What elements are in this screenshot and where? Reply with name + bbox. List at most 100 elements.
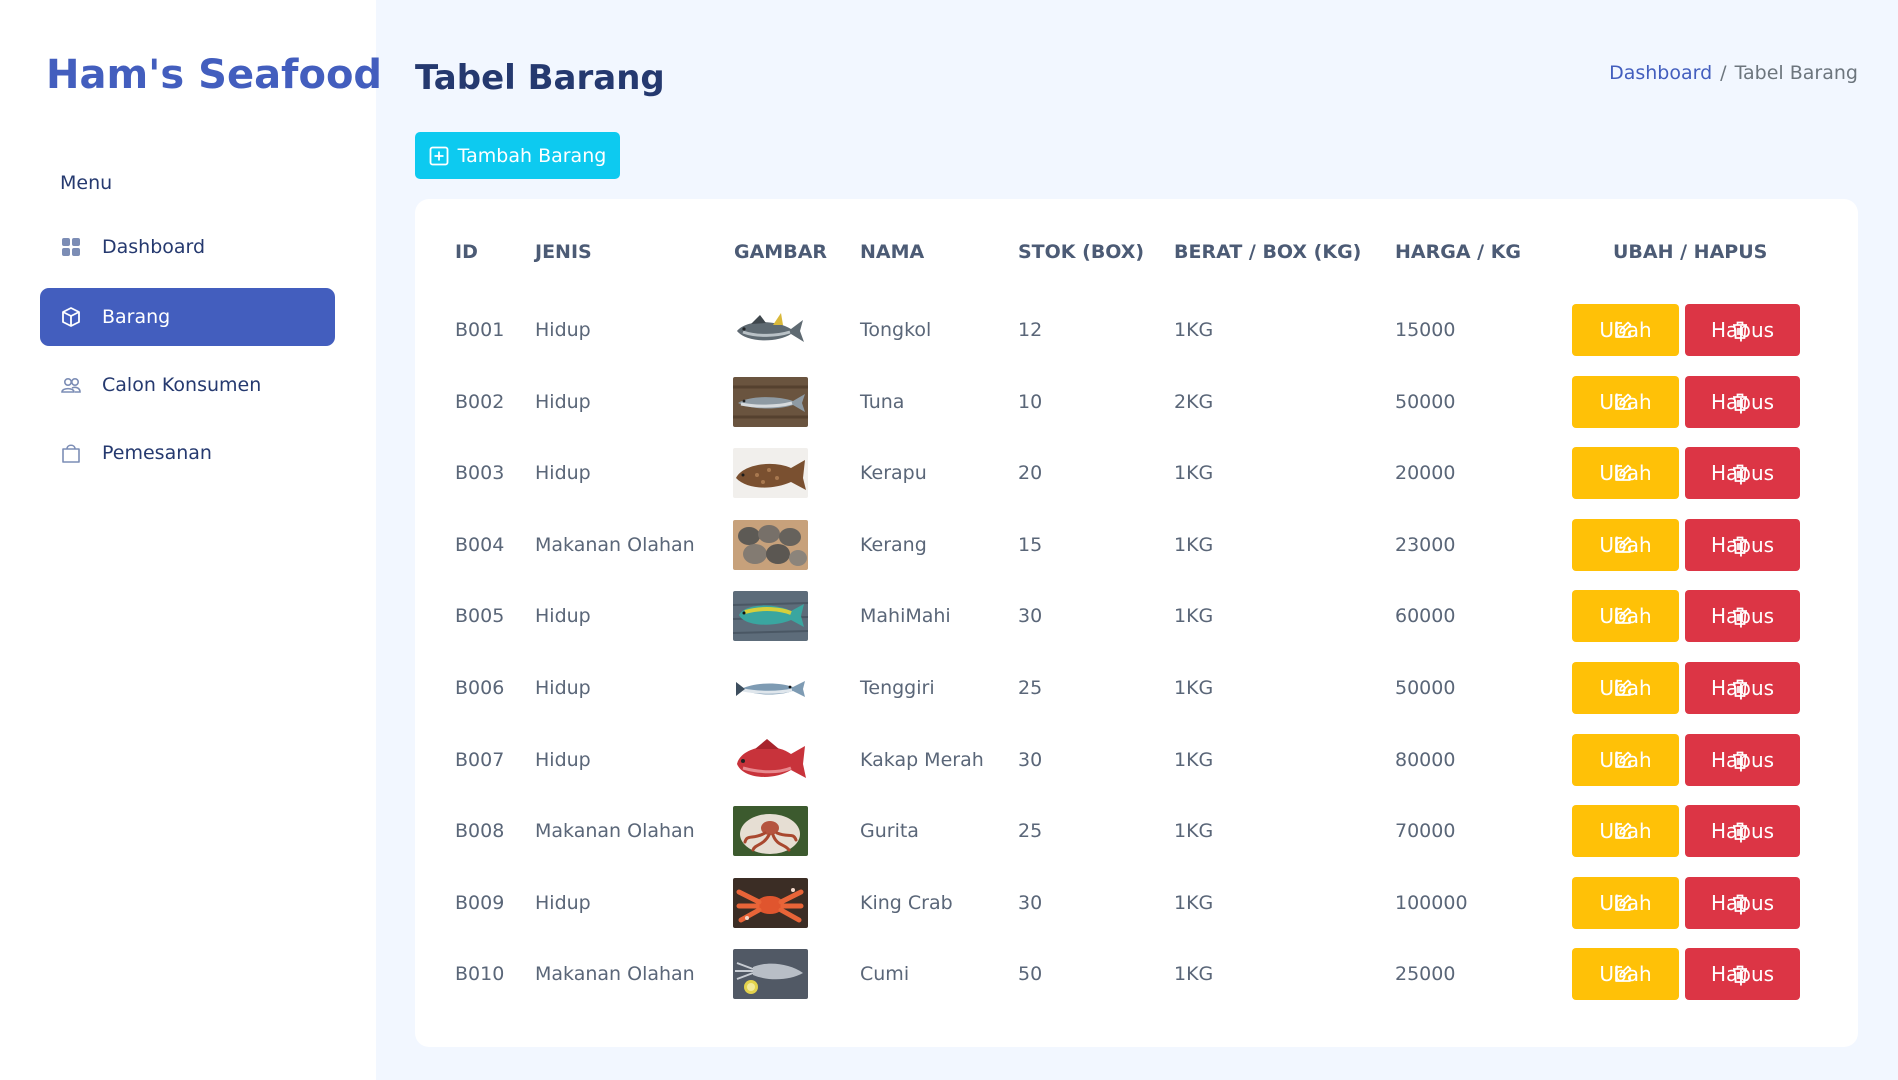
cell-jenis: Hidup [535,748,591,771]
edit-button-label: Ubah [1599,389,1652,414]
cell-id: B007 [455,748,505,771]
delete-button[interactable]: Hapus [1685,447,1800,500]
cell-stok: 30 [1018,748,1043,771]
edit-button-label: Ubah [1599,318,1652,342]
sidebar-item-calon-konsumen[interactable]: Calon Konsumen [40,356,335,414]
table-row: B006 Hidup Tenggiri 25 1KG 50000 Ubah Ha… [415,658,1858,718]
tuna-fish-image [733,376,808,427]
cell-jenis: Makanan Olahan [535,963,695,986]
cell-berat: 1KG [1174,605,1214,628]
edit-button[interactable]: Ubah [1572,447,1679,500]
cell-nama: Tuna [860,390,905,413]
delete-button[interactable]: Hapus [1685,948,1800,1001]
delete-button[interactable]: Hapus [1685,590,1800,643]
sidebar-item-dashboard[interactable]: Dashboard [40,218,335,276]
table-row: B008 Makanan Olahan Gurita 25 1KG 70000 … [415,801,1858,861]
items-table-card: ID JENIS GAMBAR NAMA STOK (BOX) BERAT / … [415,199,1858,1047]
cell-berat: 2KG [1174,390,1214,413]
edit-button[interactable]: Ubah [1572,518,1679,571]
edit-button[interactable]: Ubah [1572,375,1679,428]
edit-button-label: Ubah [1599,819,1652,844]
table-row: B004 Makanan Olahan Kerang 15 1KG 23000 … [415,515,1858,575]
cell-jenis: Hidup [535,319,591,341]
delete-button[interactable]: Hapus [1685,518,1800,571]
edit-button[interactable]: Ubah [1572,662,1679,714]
cell-id: B008 [455,820,505,843]
menu-title: Menu [60,172,113,194]
edit-button[interactable]: Ubah [1572,948,1679,1001]
col-header-gambar: GAMBAR [734,241,828,263]
cell-harga: 25000 [1395,963,1456,986]
table-row: B010 Makanan Olahan Cumi 50 1KG 25000 Ub… [415,944,1858,1004]
bag-icon [60,442,82,464]
cell-harga: 60000 [1395,605,1456,628]
brand-logo-text[interactable]: Ham's Seafood [46,52,382,98]
cell-nama: Gurita [860,820,919,843]
main-content: Tabel Barang Dashboard / Tabel Barang Tamb… [376,0,1898,1080]
delete-button-label: Hapus [1710,962,1775,987]
delete-button[interactable]: Hapus [1685,304,1800,356]
edit-button[interactable]: Ubah [1572,304,1679,356]
cell-harga: 80000 [1395,748,1456,771]
breadcrumb-separator: / [1720,62,1727,84]
col-header-berat: BERAT / BOX (KG) [1174,241,1362,263]
delete-button-label: Hapus [1710,747,1775,772]
sidebar-item-label: Dashboard [102,236,206,258]
add-item-button[interactable]: Tambah Barang [415,132,620,179]
col-header-aksi: UBAH / HAPUS [1613,241,1768,263]
cell-id: B001 [455,319,505,341]
people-icon [60,374,82,396]
table-row: B001 Hidup Tongkol 12 1KG 15000 Ubah Hap… [415,300,1858,360]
delete-button-label: Hapus [1710,604,1775,629]
col-header-id: ID [455,241,478,263]
cell-harga: 100000 [1395,891,1468,914]
breadcrumb: Dashboard / Tabel Barang [1609,62,1858,84]
cell-stok: 25 [1018,677,1043,699]
cell-nama: Kerapu [860,462,927,485]
breadcrumb-dashboard-link[interactable]: Dashboard [1609,62,1712,84]
cell-nama: MahiMahi [860,605,951,628]
delete-button-label: Hapus [1710,318,1775,342]
delete-button[interactable]: Hapus [1685,662,1800,714]
sidebar-item-barang[interactable]: Barang [40,288,335,346]
edit-button-label: Ubah [1599,747,1652,772]
col-header-stok: STOK (BOX) [1018,241,1145,263]
cell-stok: 30 [1018,891,1043,914]
delete-button-label: Hapus [1710,890,1775,915]
sidebar-item-label: Pemesanan [102,442,212,464]
edit-button[interactable]: Ubah [1572,876,1679,929]
cell-nama: Cumi [860,963,910,986]
cell-jenis: Hidup [535,891,591,914]
cell-jenis: Hidup [535,605,591,628]
cell-stok: 50 [1018,963,1043,986]
edit-button[interactable]: Ubah [1572,733,1679,786]
delete-button-label: Hapus [1710,819,1775,844]
cell-berat: 1KG [1174,748,1214,771]
cell-berat: 1KG [1174,820,1214,843]
sidebar-item-pemesanan[interactable]: Pemesanan [40,424,335,482]
cell-berat: 1KG [1174,677,1214,699]
delete-button[interactable]: Hapus [1685,375,1800,428]
cell-id: B002 [455,390,505,413]
cell-berat: 1KG [1174,533,1214,556]
cell-stok: 25 [1018,820,1043,843]
cell-nama: Tenggiri [860,677,935,699]
sidebar-item-label: Calon Konsumen [102,374,262,396]
delete-button[interactable]: Hapus [1685,733,1800,786]
sidebar: Ham's Seafood Menu Dashboard Barang Calo… [0,0,382,1080]
mahimahi-fish-image [733,591,808,642]
delete-button[interactable]: Hapus [1685,805,1800,858]
delete-button-label: Hapus [1710,461,1775,486]
edit-button[interactable]: Ubah [1572,805,1679,858]
cell-harga: 70000 [1395,820,1456,843]
edit-button[interactable]: Ubah [1572,590,1679,643]
table-row: B005 Hidup MahiMahi 30 1KG 60000 Ubah Ha… [415,586,1858,646]
breadcrumb-current: Tabel Barang [1734,62,1858,84]
tenggiri-fish-image [733,663,808,713]
cell-berat: 1KG [1174,319,1214,341]
delete-button[interactable]: Hapus [1685,876,1800,929]
cell-harga: 15000 [1395,319,1456,341]
col-header-jenis: JENIS [535,241,592,263]
table-row: B002 Hidup Tuna 10 2KG 50000 Ubah Hapus [415,372,1858,432]
cell-stok: 15 [1018,533,1043,556]
